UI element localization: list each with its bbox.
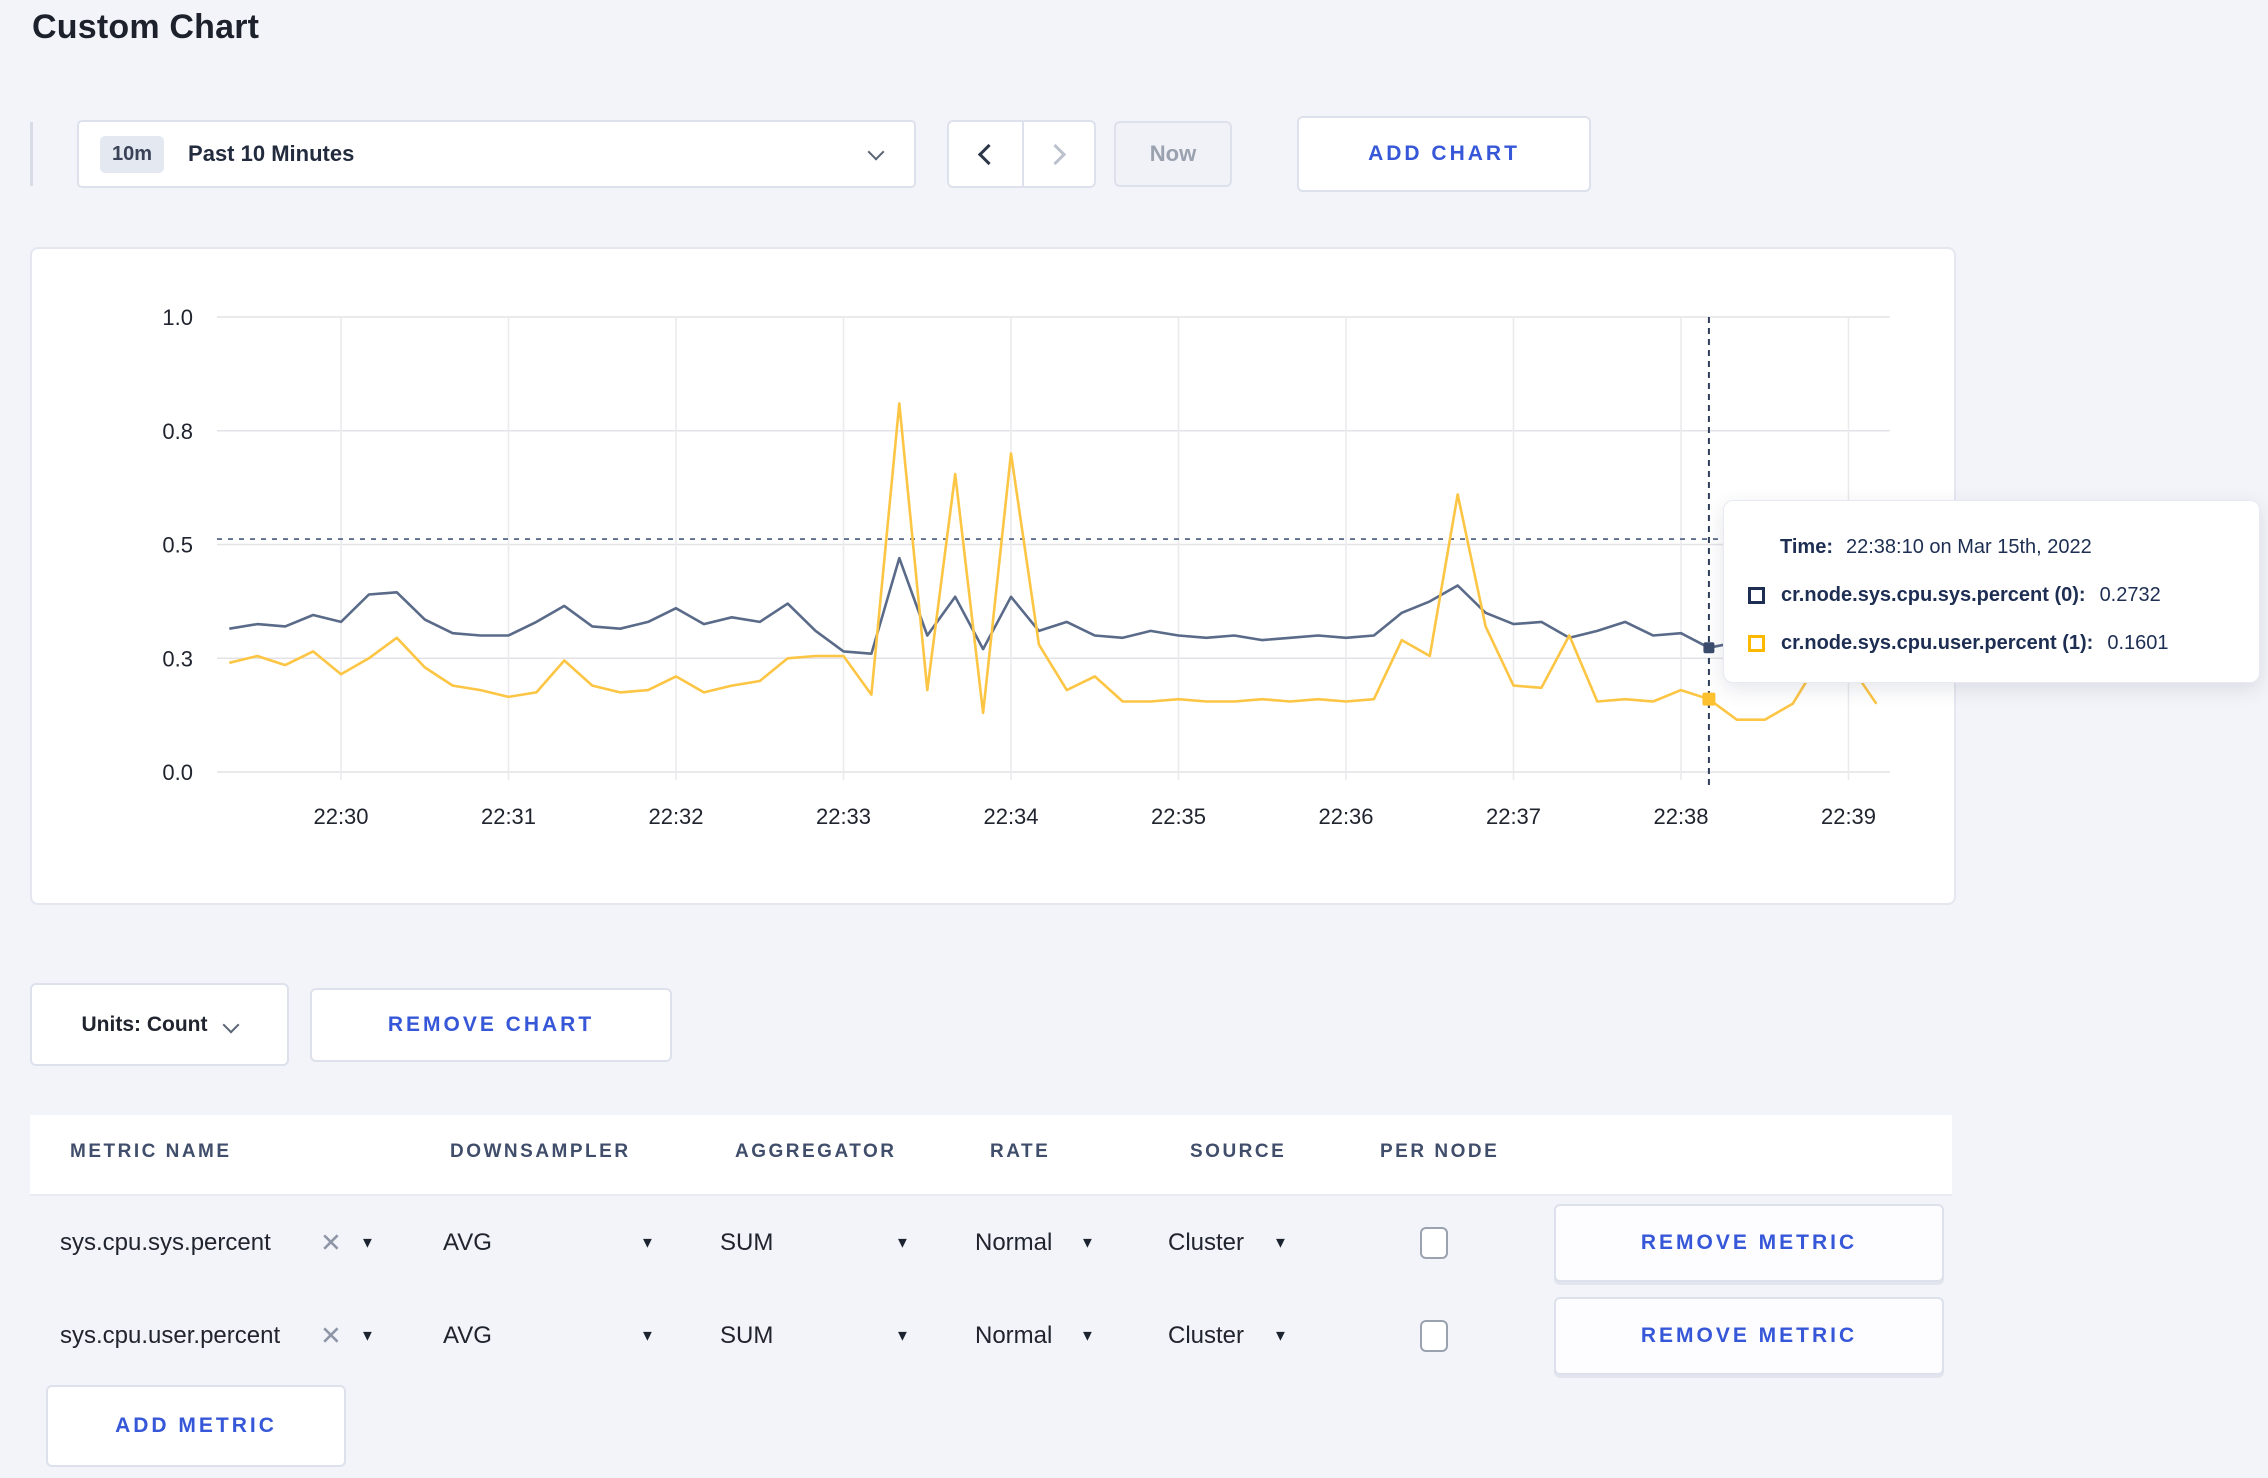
remove-metric-label: REMOVE METRIC — [1640, 1231, 1858, 1254]
custom-chart-card[interactable]: 0.0 0.3 0.5 0.8 1.0 22:30 22:31 22:32 22:33 22:34… — [30, 247, 1956, 905]
caret-down-icon[interactable]: ▼ — [640, 1235, 655, 1252]
header-downsampler: DOWNSAMPLER — [450, 1141, 631, 1162]
caret-down-icon[interactable]: ▼ — [1080, 1328, 1095, 1345]
y-axis-tick-label: 0.5 — [162, 533, 193, 558]
page-title: Custom Chart — [32, 8, 260, 46]
x-axis-tick-label: 22:38 — [1653, 804, 1708, 829]
caret-down-icon[interactable]: ▼ — [895, 1328, 910, 1345]
header-metric-name: METRIC NAME — [70, 1141, 232, 1162]
metrics-table-header: METRIC NAME DOWNSAMPLER AGGREGATOR RATE … — [30, 1115, 1952, 1196]
next-window-button[interactable] — [1021, 122, 1095, 186]
aggregator-select[interactable]: SUM — [720, 1322, 773, 1350]
source-select[interactable]: Cluster — [1168, 1229, 1244, 1257]
x-axis-tick-label: 22:36 — [1318, 804, 1373, 829]
units-label: Units: Count — [81, 1012, 208, 1036]
metric-name-select[interactable]: sys.cpu.sys.percent — [60, 1229, 271, 1257]
y-axis-tick-label: 1.0 — [162, 305, 193, 330]
tooltip-sys-value: 0.2732 — [2099, 583, 2161, 606]
y-axis-tick-label: 0.0 — [162, 760, 193, 785]
timeseries-chart[interactable]: 0.0 0.3 0.5 0.8 1.0 22:30 22:31 22:32 22:33 22:34… — [32, 249, 1954, 903]
add-chart-label: ADD CHART — [1368, 142, 1520, 165]
caret-down-icon[interactable]: ▼ — [1273, 1235, 1288, 1252]
chart-hover-tooltip: Time: 22:38:10 on Mar 15th, 2022 cr.node… — [1723, 500, 2260, 683]
downsampler-select[interactable]: AVG — [443, 1322, 492, 1350]
remove-metric-button[interactable]: REMOVE METRIC — [1554, 1204, 1944, 1282]
toolbar-divider — [30, 122, 33, 186]
x-axis-tick-label: 22:34 — [983, 804, 1038, 829]
header-rate: RATE — [990, 1141, 1051, 1162]
caret-down-icon[interactable]: ▼ — [895, 1235, 910, 1252]
chevron-down-icon — [867, 143, 885, 161]
rate-select[interactable]: Normal — [975, 1229, 1052, 1257]
remove-metric-label: REMOVE METRIC — [1640, 1324, 1858, 1347]
remove-chart-label: REMOVE CHART — [387, 1013, 595, 1036]
x-axis-tick-label: 22:31 — [481, 804, 536, 829]
caret-down-icon[interactable]: ▼ — [360, 1235, 375, 1252]
downsampler-select[interactable]: AVG — [443, 1229, 492, 1257]
chevron-left-icon — [977, 143, 999, 165]
clear-metric-icon[interactable]: ✕ — [320, 1228, 342, 1259]
caret-down-icon[interactable]: ▼ — [1273, 1328, 1288, 1345]
x-axis-tick-label: 22:39 — [1821, 804, 1876, 829]
time-range-label: Past 10 Minutes — [188, 141, 355, 166]
clear-metric-icon[interactable]: ✕ — [320, 1321, 342, 1352]
x-axis-tick-label: 22:32 — [648, 804, 703, 829]
time-range-badge: 10m — [100, 135, 165, 173]
x-axis-tick-label: 22:30 — [313, 804, 368, 829]
tooltip-user-label: cr.node.sys.cpu.user.percent (1): — [1781, 631, 2094, 654]
source-select[interactable]: Cluster — [1168, 1322, 1244, 1350]
time-window-nav — [947, 120, 1096, 188]
y-axis-tick-label: 0.3 — [162, 646, 193, 671]
per-node-checkbox[interactable] — [1420, 1320, 1448, 1352]
header-source: SOURCE — [1190, 1141, 1287, 1162]
x-axis-tick-label: 22:35 — [1151, 804, 1206, 829]
add-chart-button[interactable]: ADD CHART — [1297, 116, 1591, 192]
metric-row: sys.cpu.sys.percent ✕ ▼ AVG ▼ SUM ▼ Norm… — [30, 1197, 1952, 1289]
metric-row: sys.cpu.user.percent ✕ ▼ AVG ▼ SUM ▼ Nor… — [30, 1290, 1952, 1382]
per-node-checkbox[interactable] — [1420, 1227, 1448, 1259]
now-button[interactable]: Now — [1114, 121, 1232, 187]
chevron-right-icon — [1045, 143, 1067, 165]
y-axis-tick-label: 0.8 — [162, 419, 193, 444]
x-axis-tick-label: 22:33 — [816, 804, 871, 829]
chevron-down-icon — [222, 1016, 240, 1033]
sys-series-swatch-icon — [1748, 586, 1765, 604]
rate-select[interactable]: Normal — [975, 1322, 1052, 1350]
tooltip-user-value: 0.1601 — [2107, 631, 2169, 654]
caret-down-icon[interactable]: ▼ — [360, 1328, 375, 1345]
caret-down-icon[interactable]: ▼ — [1080, 1235, 1095, 1252]
tooltip-time-label: Time: — [1780, 535, 1833, 558]
tooltip-sys-label: cr.node.sys.cpu.sys.percent (0): — [1781, 583, 2086, 606]
remove-chart-button[interactable]: REMOVE CHART — [310, 988, 672, 1062]
remove-metric-button[interactable]: REMOVE METRIC — [1554, 1297, 1944, 1375]
prev-window-button[interactable] — [949, 122, 1022, 186]
units-select[interactable]: Units: Count — [30, 983, 289, 1066]
tooltip-time-value: 22:38:10 on Mar 15th, 2022 — [1845, 535, 2092, 558]
metric-name-select[interactable]: sys.cpu.user.percent — [60, 1322, 280, 1350]
x-axis-tick-label: 22:37 — [1486, 804, 1541, 829]
add-metric-label: ADD METRIC — [115, 1414, 277, 1437]
user-series-swatch-icon — [1748, 634, 1765, 652]
header-per-node: PER NODE — [1380, 1141, 1500, 1162]
aggregator-select[interactable]: SUM — [720, 1229, 773, 1257]
header-aggregator: AGGREGATOR — [735, 1141, 897, 1162]
add-metric-button[interactable]: ADD METRIC — [46, 1385, 346, 1467]
time-range-select[interactable]: 10m Past 10 Minutes — [77, 120, 916, 188]
caret-down-icon[interactable]: ▼ — [640, 1328, 655, 1345]
